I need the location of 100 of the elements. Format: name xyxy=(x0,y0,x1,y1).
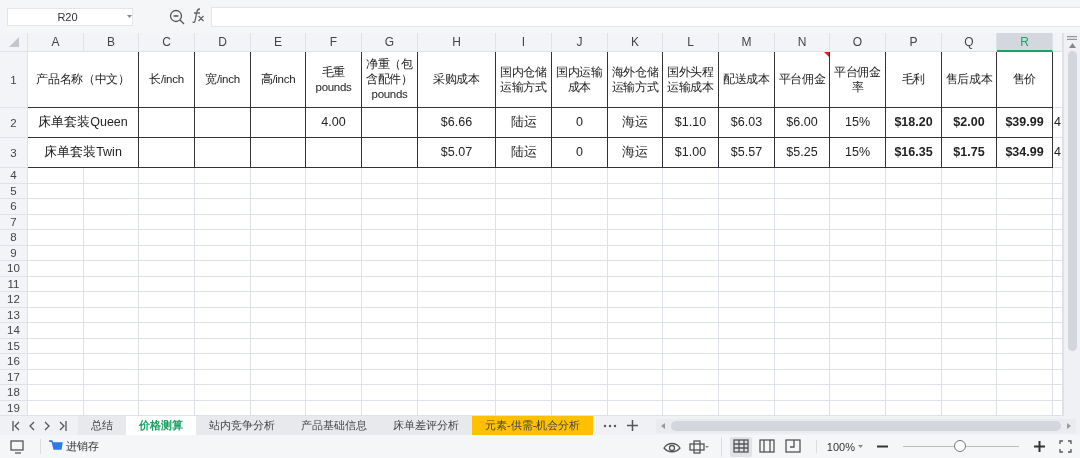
row-header[interactable]: 4 xyxy=(0,168,28,184)
formula-field[interactable] xyxy=(211,6,1080,27)
empty-cell xyxy=(84,276,139,292)
reading-view-icon[interactable] xyxy=(758,438,775,453)
row-header[interactable]: 10 xyxy=(0,261,28,277)
last-sheet-icon[interactable] xyxy=(59,420,67,431)
column-header[interactable]: L xyxy=(663,33,719,52)
empty-cell xyxy=(997,168,1053,184)
zoom-icon[interactable] xyxy=(169,8,185,25)
column-header[interactable]: E xyxy=(251,33,306,52)
column-header[interactable]: G xyxy=(362,33,418,52)
empty-cell xyxy=(84,369,139,385)
empty-cell xyxy=(886,276,942,292)
sheet-tab[interactable]: 元素-供需-机会分析 xyxy=(472,416,594,435)
name-box[interactable]: R20 xyxy=(7,7,133,26)
next-sheet-icon[interactable] xyxy=(44,420,50,431)
empty-cell xyxy=(84,245,139,261)
empty-cell xyxy=(496,292,552,308)
column-header[interactable]: C xyxy=(139,33,195,52)
scrollbar-thumb[interactable] xyxy=(671,420,1062,431)
empty-cell xyxy=(775,261,830,277)
row-header[interactable]: 3 xyxy=(0,138,28,168)
empty-cell xyxy=(139,183,195,199)
empty-cell xyxy=(719,276,775,292)
normal-view-icon[interactable] xyxy=(732,438,749,453)
empty-cell xyxy=(719,307,775,323)
empty-cell xyxy=(942,214,997,230)
row-header[interactable]: 8 xyxy=(0,230,28,246)
empty-cell xyxy=(552,230,608,246)
column-header[interactable]: I xyxy=(496,33,552,52)
more-icon[interactable] xyxy=(603,423,618,428)
sheet-tab[interactable]: 站内竞争分析 xyxy=(196,416,288,435)
empty-cell xyxy=(251,183,306,199)
sheet-tab[interactable]: 总结 xyxy=(78,416,126,435)
empty-cell xyxy=(775,199,830,215)
row-header[interactable]: 14 xyxy=(0,323,28,339)
empty-cell xyxy=(997,385,1053,401)
sheet-tab[interactable]: 床单差评分析 xyxy=(380,416,472,435)
empty-cell xyxy=(719,214,775,230)
table-cell: 床单套装Queen xyxy=(38,114,128,131)
empty-cell xyxy=(139,369,195,385)
column-header[interactable]: H xyxy=(418,33,496,52)
row-header[interactable]: 6 xyxy=(0,199,28,215)
empty-cell xyxy=(663,168,719,184)
zoom-level[interactable]: 100% xyxy=(826,440,855,453)
zoom-out-icon[interactable] xyxy=(877,445,888,448)
row-header[interactable]: 2 xyxy=(0,108,28,138)
first-sheet-icon[interactable] xyxy=(12,420,20,431)
row-header[interactable]: 1 xyxy=(0,52,28,108)
empty-cell xyxy=(830,307,886,323)
row-header[interactable]: 12 xyxy=(0,292,28,308)
empty-cell xyxy=(775,323,830,339)
empty-cell xyxy=(251,230,306,246)
column-header[interactable]: B xyxy=(84,33,139,52)
empty-cell xyxy=(306,261,362,277)
eye-icon[interactable] xyxy=(662,440,681,453)
empty-cell xyxy=(496,168,552,184)
row-header[interactable]: 18 xyxy=(0,385,28,401)
empty-cell xyxy=(886,245,942,261)
column-header[interactable]: F xyxy=(306,33,362,52)
inventory-button[interactable]: 进销存 xyxy=(40,439,99,454)
empty-cell xyxy=(886,307,942,323)
empty-cell xyxy=(663,230,719,246)
fullscreen-icon[interactable] xyxy=(1059,440,1072,453)
caret-icon[interactable] xyxy=(858,444,863,449)
column-title: 净重（包含配件）pounds xyxy=(365,57,414,102)
column-header[interactable]: Q xyxy=(942,33,997,52)
slider-thumb[interactable] xyxy=(953,440,966,452)
scroll-up-icon[interactable] xyxy=(1068,43,1076,48)
column-title: 国内仓储运输方式 xyxy=(499,64,548,95)
empty-cell xyxy=(195,307,251,323)
column-header[interactable]: P xyxy=(886,33,942,52)
row-header[interactable]: 16 xyxy=(0,354,28,370)
table-cell: $5.57 xyxy=(730,144,763,161)
zoom-in-icon[interactable] xyxy=(1034,441,1045,452)
empty-cell xyxy=(139,307,195,323)
empty-cell xyxy=(496,354,552,370)
crosshair-icon[interactable] xyxy=(688,439,709,454)
empty-cell xyxy=(251,245,306,261)
column-header[interactable]: J xyxy=(552,33,608,52)
empty-cell xyxy=(552,385,608,401)
column-title: 售后成本 xyxy=(945,72,993,87)
empty-cell xyxy=(719,354,775,370)
column-header[interactable]: O xyxy=(830,33,886,52)
empty-cell xyxy=(719,292,775,308)
column-header[interactable]: M xyxy=(719,33,775,52)
table-cell: $2.00 xyxy=(953,114,985,131)
empty-cell xyxy=(886,354,942,370)
empty-cell xyxy=(663,214,719,230)
page-view-icon[interactable] xyxy=(784,438,801,453)
column-header[interactable]: A xyxy=(28,33,84,52)
column-header[interactable]: N xyxy=(775,33,830,52)
previous-sheet-icon[interactable] xyxy=(29,420,35,431)
empty-cell xyxy=(195,354,251,370)
empty-cell xyxy=(886,230,942,246)
sheet-tab[interactable]: 产品基础信息 xyxy=(288,416,380,435)
column-header[interactable]: K xyxy=(608,33,663,52)
scrollbar-thumb[interactable] xyxy=(1067,51,1077,351)
column-header[interactable]: D xyxy=(195,33,251,52)
add-sheet-icon[interactable] xyxy=(627,420,639,431)
